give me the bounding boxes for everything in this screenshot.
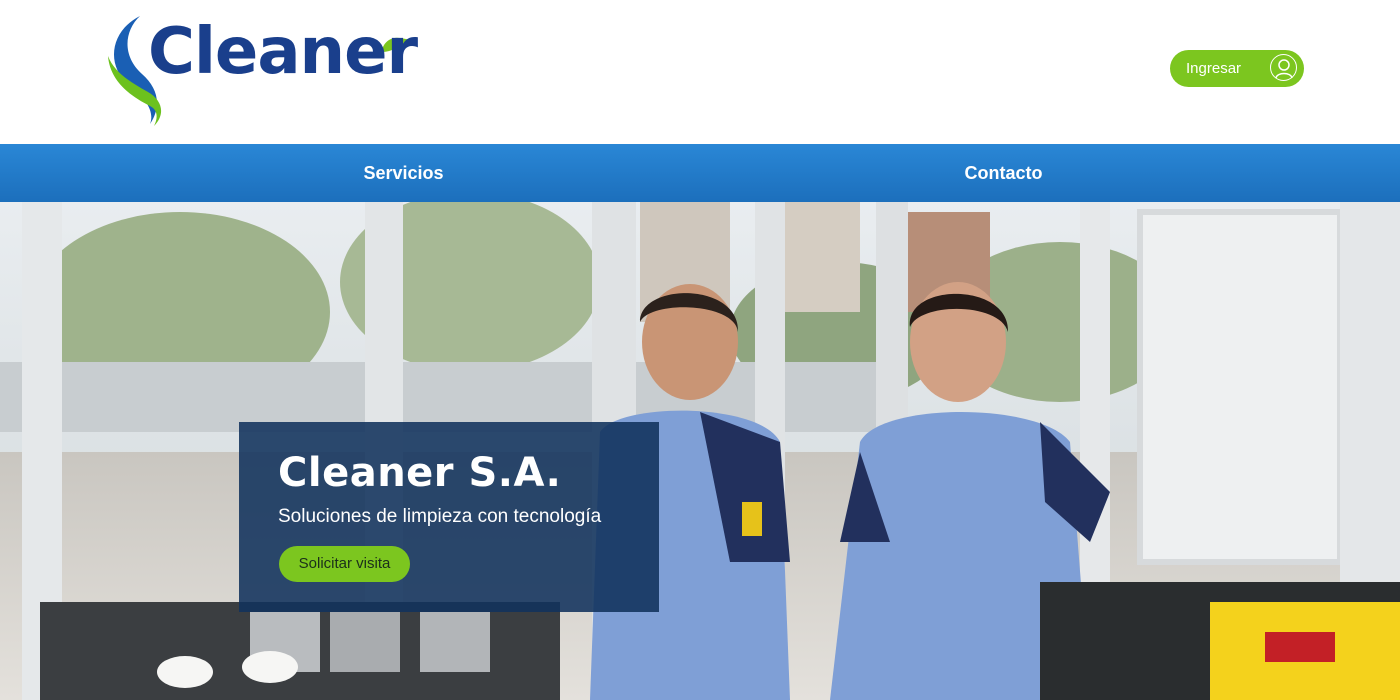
hero-photo: [0, 202, 1400, 700]
hero-card: Cleaner S.A. Soluciones de limpieza con …: [239, 422, 659, 612]
logo-wordmark: Cleaner: [148, 15, 418, 89]
nav-item-contacto[interactable]: Contacto: [900, 144, 1107, 202]
user-circle-icon: [1270, 54, 1297, 81]
hero-banner: Cleaner S.A. Soluciones de limpieza con …: [0, 202, 1400, 700]
hero-subtitle: Soluciones de limpieza con tecnología: [278, 506, 602, 527]
request-visit-button[interactable]: Solicitar visita: [279, 546, 410, 582]
login-button[interactable]: Ingresar: [1170, 50, 1304, 87]
login-label: Ingresar: [1186, 60, 1242, 77]
nav-item-servicios[interactable]: Servicios: [300, 144, 507, 202]
hero-title: Cleaner S.A.: [278, 450, 562, 496]
cleaner-logo[interactable]: Cleaner: [100, 6, 420, 128]
main-nav: Servicios Contacto: [0, 144, 1400, 202]
site-header: Cleaner Ingresar: [0, 0, 1400, 144]
